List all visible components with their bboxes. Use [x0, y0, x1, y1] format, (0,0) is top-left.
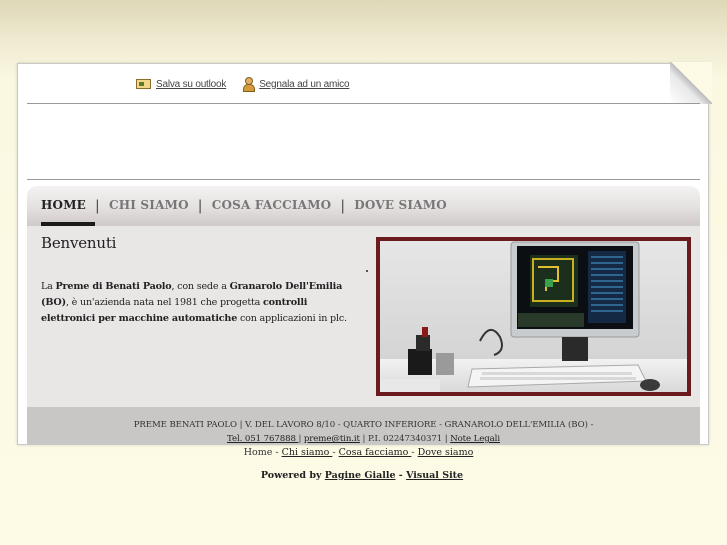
page-curl [670, 62, 712, 104]
nav-chi-siamo[interactable]: CHI SIAMO [100, 186, 198, 226]
pagine-gialle-link[interactable]: Pagine Gialle [325, 470, 396, 481]
footer-legal-link[interactable]: Note Legali [450, 434, 500, 444]
footer-vat: | P.I. 02247340371 | [359, 434, 451, 444]
bottom-nav-sep: - [272, 447, 282, 458]
footer-sep: | [298, 434, 302, 444]
decorative-dot [366, 270, 368, 272]
divider-header [27, 179, 700, 180]
page-title: Benvenuti [41, 234, 117, 252]
tell-friend-link[interactable]: Segnala ad un amico [242, 77, 350, 92]
save-outlook-label: Salva su outlook [156, 78, 227, 90]
footer-address: PREME BENATI PAOLO | V. DEL LAVORO 8/10 … [133, 420, 594, 430]
nav-home[interactable]: HOME [41, 186, 96, 226]
office-photo-illustration [380, 241, 687, 392]
bottom-nav: Home - Chi siamo - Cosa facciamo - Dove … [0, 447, 727, 458]
company-name: Preme di Benati Paolo [55, 281, 172, 292]
footer-phone-link[interactable]: Tel. 051 767888 [227, 434, 298, 444]
bottom-nav-home[interactable]: Home [244, 447, 273, 458]
intro-text: con applicazioni in plc. [237, 313, 347, 324]
main-nav: HOME | CHI SIAMO | COSA FACCIAMO | DOVE … [27, 186, 700, 226]
bottom-nav-dove-siamo[interactable]: Dove siamo [418, 447, 474, 458]
divider-top [27, 103, 700, 104]
intro-text: , con sede a [171, 281, 230, 292]
outlook-icon [136, 79, 151, 89]
powered-sep: - [395, 470, 407, 481]
office-photo [376, 237, 691, 396]
footer-email-link[interactable]: preme@tin.it [304, 434, 360, 444]
powered-by: Powered by Pagine Gialle - Visual Site [0, 470, 727, 481]
powered-by-label: Powered by [260, 470, 325, 481]
nav-dove-siamo[interactable]: DOVE SIAMO [345, 186, 456, 226]
intro-text: La [41, 281, 56, 292]
nav-cosa-facciamo[interactable]: COSA FACCIAMO [203, 186, 341, 226]
friend-icon [242, 77, 256, 92]
bottom-nav-cosa-facciamo[interactable]: Cosa facciamo [339, 447, 412, 458]
site-footer: PREME BENATI PAOLO | V. DEL LAVORO 8/10 … [27, 407, 700, 444]
save-outlook-link[interactable]: Salva su outlook [136, 79, 226, 90]
top-links: Salva su outlook Segnala ad un amico [136, 77, 350, 92]
intro-paragraph: La Preme di Benati Paolo, con sede a Gra… [41, 279, 359, 327]
intro-text: , è un'azienda nata nel 1981 che progett… [65, 297, 264, 308]
footer-contacts: Tel. 051 767888 | preme@tin.it | P.I. 02… [27, 432, 700, 446]
visual-site-link[interactable]: Visual Site [406, 470, 463, 481]
bottom-nav-chi-siamo[interactable]: Chi siamo [282, 447, 333, 458]
tell-friend-label: Segnala ad un amico [259, 78, 350, 90]
